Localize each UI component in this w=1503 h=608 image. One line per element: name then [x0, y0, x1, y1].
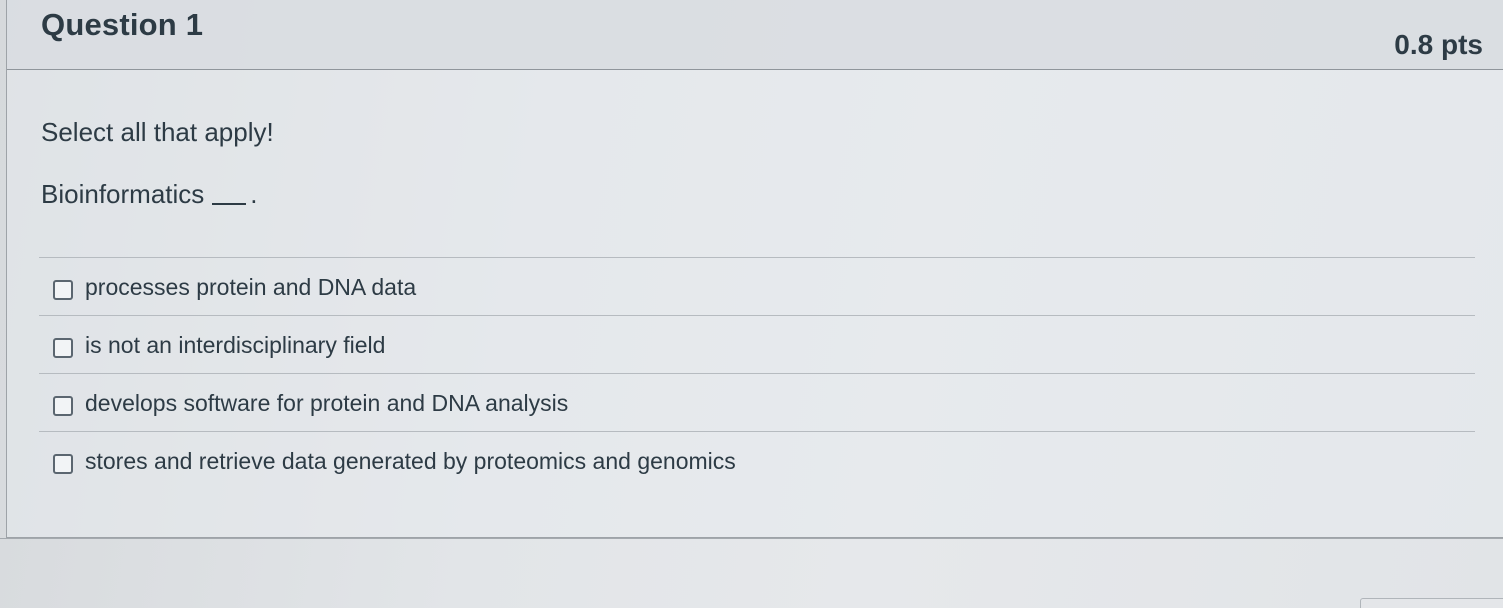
answer-checkbox[interactable]: [53, 454, 73, 474]
question-instruction: Select all that apply!: [41, 117, 274, 147]
answer-checkbox[interactable]: [53, 338, 73, 358]
question-stem: Bioinformatics.: [41, 179, 258, 210]
answer-checkbox[interactable]: [53, 280, 73, 300]
answer-label[interactable]: is not an interdisciplinary field: [85, 332, 385, 359]
fill-in-blank: [212, 203, 247, 205]
question-header: Question 1 0.8 pts: [7, 0, 1503, 70]
question-stem-text: Bioinformatics: [41, 179, 205, 209]
question-stem-suffix: .: [250, 179, 258, 209]
answer-option[interactable]: stores and retrieve data generated by pr…: [39, 431, 1475, 489]
question-title: Question 1: [41, 7, 204, 42]
answer-list: processes protein and DNA data is not an…: [39, 257, 1475, 489]
question-card: Question 1 0.8 pts Select all that apply…: [6, 0, 1503, 538]
answer-checkbox[interactable]: [53, 396, 73, 416]
answer-label[interactable]: processes protein and DNA data: [85, 274, 416, 301]
page-divider: [0, 538, 1503, 539]
answer-option[interactable]: is not an interdisciplinary field: [39, 315, 1475, 373]
next-control[interactable]: [1360, 598, 1503, 608]
answer-label[interactable]: stores and retrieve data generated by pr…: [85, 448, 736, 475]
page: Question 1 0.8 pts Select all that apply…: [0, 0, 1503, 608]
question-points: 0.8 pts: [1394, 29, 1483, 60]
answer-option[interactable]: develops software for protein and DNA an…: [39, 373, 1475, 431]
answer-label[interactable]: develops software for protein and DNA an…: [85, 390, 568, 417]
answer-option[interactable]: processes protein and DNA data: [39, 257, 1475, 315]
